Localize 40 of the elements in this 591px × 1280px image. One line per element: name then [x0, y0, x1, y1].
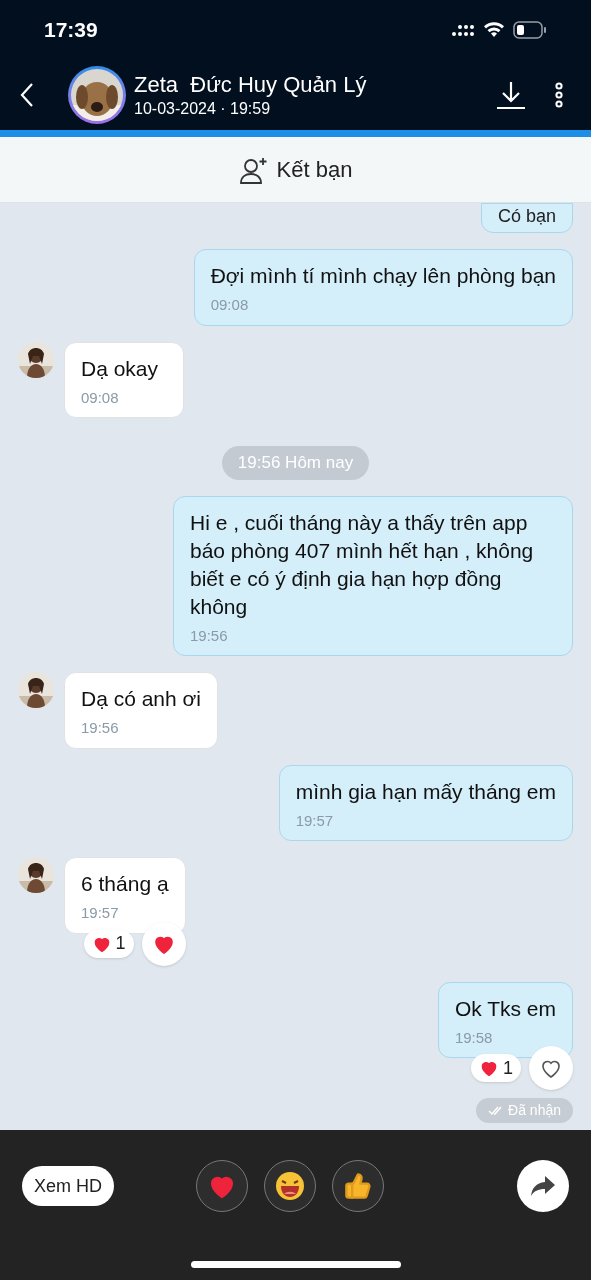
view-hd-button[interactable]: Xem HD [22, 1166, 114, 1206]
laugh-reaction-button[interactable] [264, 1160, 316, 1212]
contact-name: Zeta Đức Huy Quản Lý [134, 71, 368, 99]
share-arrow-icon [530, 1175, 556, 1197]
message-time: 09:08 [81, 387, 120, 408]
more-icon [554, 82, 564, 108]
message-time: 19:56 [81, 718, 120, 738]
message-bubble: Có bạn [480, 203, 573, 233]
message-time: 19:58 [454, 1027, 494, 1048]
message-text: mình gia hạn mấy tháng em [295, 778, 556, 805]
double-check-icon [488, 1105, 505, 1116]
message-time: 19:57 [295, 810, 335, 831]
add-person-icon [238, 155, 269, 184]
wifi-icon [483, 22, 505, 38]
message-time: 19:56 [190, 625, 229, 646]
receipt-status: Đã nhận [476, 1098, 573, 1123]
contact-subtitle: 10-03-2024 · 19:59 [134, 99, 272, 119]
share-button[interactable] [517, 1160, 569, 1212]
message-text: Đợi mình tí mình chạy lên phòng bạn [210, 263, 556, 289]
message-text: Hi e , cuối tháng này a thấy trên app báo phòng 407 mình hết hạn , không biết e có ý định gia hạn hợp đồng không [190, 509, 535, 620]
message-text: Dạ okay [81, 355, 160, 382]
reaction-count: 1 [83, 929, 134, 958]
message-time: 19:57 [81, 903, 120, 923]
heart-reaction-button[interactable] [196, 1160, 248, 1212]
back-icon [20, 82, 34, 108]
message-text: Dạ có anh ơi [81, 686, 201, 712]
download-icon [495, 79, 527, 111]
message-text: Ok Tks em [454, 995, 556, 1022]
laughing-emoji-icon [275, 1171, 305, 1201]
react-button[interactable] [529, 1046, 573, 1090]
signal-icon [451, 22, 475, 38]
reaction-count: 1 [471, 1054, 521, 1082]
date-separator: 19:56 Hôm nay [221, 446, 370, 480]
status-time: 17:39 [44, 17, 98, 44]
battery-icon [513, 21, 547, 39]
add-friend-button[interactable]: Kết bạn [238, 153, 353, 186]
message-text: 6 tháng ạ [81, 871, 169, 897]
like-reaction-button[interactable] [332, 1160, 384, 1212]
thumbs-up-icon [344, 1172, 372, 1200]
message-time: 09:08 [210, 295, 250, 315]
